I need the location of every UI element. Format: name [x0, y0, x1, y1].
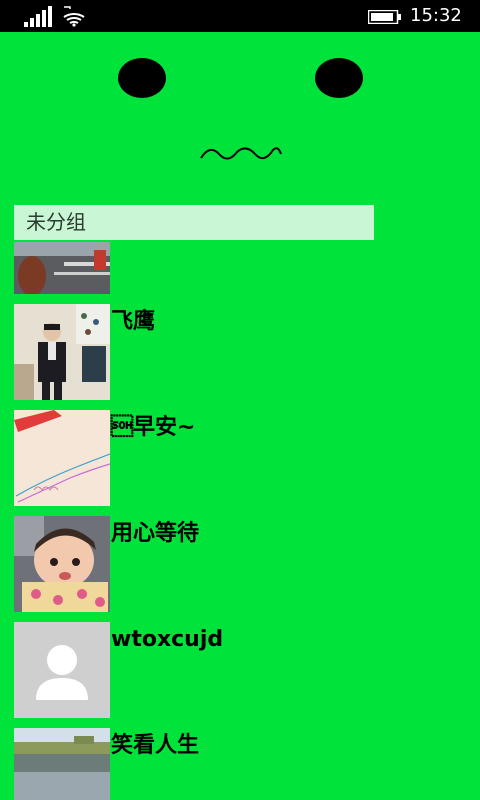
battery-icon — [368, 10, 401, 24]
face-header — [0, 32, 480, 202]
contact-item[interactable]: 用心等待 — [14, 516, 434, 612]
contact-item[interactable]: 早安~ — [14, 410, 434, 506]
contact-avatar[interactable] — [14, 728, 110, 800]
contact-name: wtoxcujd — [111, 627, 224, 652]
wavy-mouth-icon — [200, 147, 282, 160]
contact-avatar[interactable] — [14, 242, 110, 294]
default-avatar-icon[interactable] — [14, 622, 110, 718]
right-eye-icon — [315, 58, 363, 98]
wifi-icon — [63, 6, 85, 27]
contact-avatar[interactable] — [14, 516, 110, 612]
contacts-screen: 15:32 未分组 — [0, 0, 480, 800]
contact-name: 用心等待 — [111, 521, 200, 546]
contact-item[interactable]: 笑看人生 — [14, 728, 434, 800]
signal-icon — [24, 6, 52, 27]
status-time: 15:32 — [410, 5, 462, 26]
contact-name: 早安~ — [111, 415, 196, 440]
group-header-ungrouped[interactable]: 未分组 — [14, 205, 374, 240]
contact-item[interactable]: 飞鹰 — [14, 304, 434, 400]
contact-name: 笑看人生 — [111, 733, 200, 758]
contact-item[interactable]: wtoxcujd — [14, 622, 434, 718]
status-bar: 15:32 — [0, 0, 480, 32]
contact-avatar[interactable] — [14, 410, 110, 506]
contact-avatar[interactable] — [14, 304, 110, 400]
left-eye-icon — [118, 58, 166, 98]
contact-item[interactable] — [14, 242, 434, 294]
group-label: 未分组 — [26, 210, 86, 234]
contact-name: 飞鹰 — [111, 309, 156, 334]
